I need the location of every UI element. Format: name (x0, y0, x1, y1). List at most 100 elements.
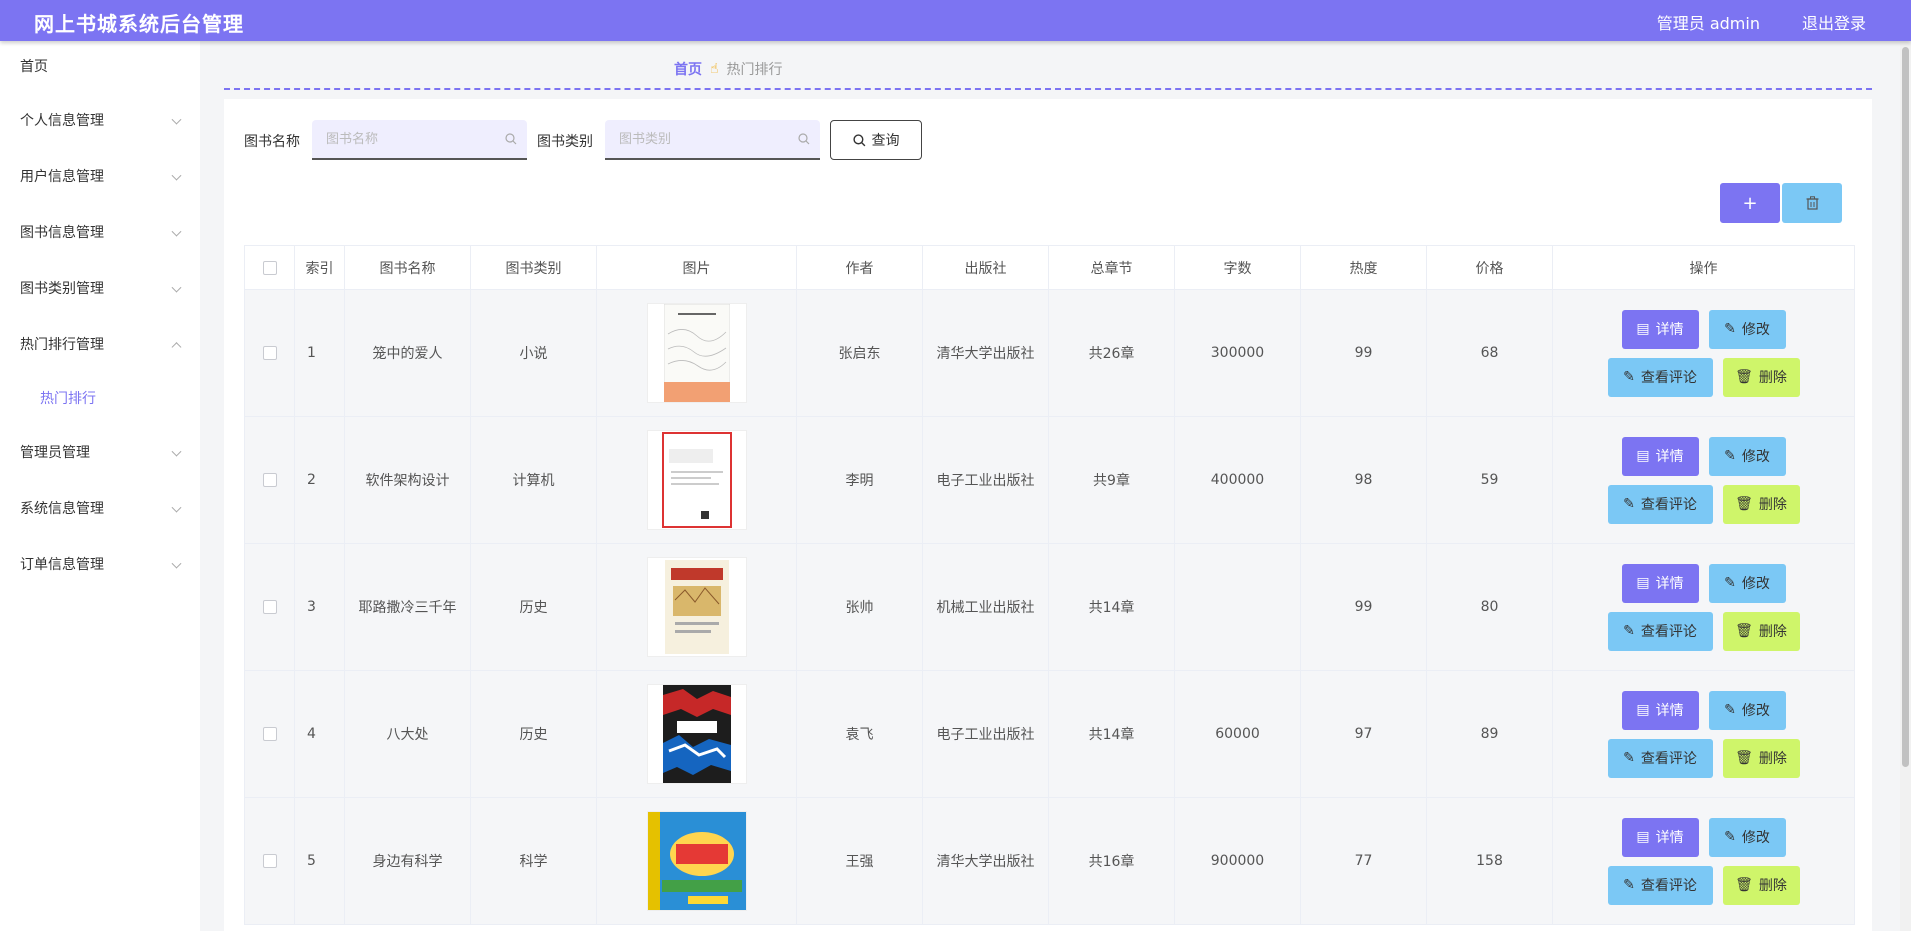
column-header: 图书名称 (344, 245, 471, 290)
pencil-icon: ✎ (1724, 448, 1736, 464)
batch-delete-button[interactable] (1782, 183, 1842, 223)
delete-button[interactable]: 🗑 删除 (1722, 865, 1800, 905)
edit-button-label: 修改 (1741, 449, 1770, 465)
edit-button-label: 修改 (1741, 830, 1770, 846)
book-cover-art (662, 685, 731, 783)
book-cover-image (646, 557, 747, 657)
book-cover-image (646, 811, 747, 911)
row-select-cell (244, 289, 295, 417)
cell-price: 158 (1426, 797, 1553, 925)
cell-image (596, 797, 797, 925)
cell-actions: ▤ 详情 ✎ 修改 ✎ 查看评论 🗑 删除 (1552, 289, 1855, 417)
detail-button[interactable]: ▤ 详情 (1621, 817, 1699, 857)
cell-image (596, 289, 797, 417)
trash-icon (1806, 196, 1818, 210)
row-checkbox[interactable] (262, 727, 277, 741)
sidebar-item-book-info[interactable]: 图书信息管理 (0, 205, 200, 261)
sidebar-item-label: 系统信息管理 (20, 501, 104, 517)
table-row: 2 软件架构设计 计算机 李明 电子工业出版社 共9章 400000 98 59… (244, 416, 1855, 544)
sidebar: 首页 个人信息管理 用户信息管理 图书信息管理 图书类别管理 热门排行管理 热门… (0, 41, 200, 931)
detail-button[interactable]: ▤ 详情 (1621, 563, 1699, 603)
cell-publisher: 电子工业出版社 (922, 670, 1049, 798)
sidebar-item-label: 管理员管理 (20, 445, 90, 461)
sidebar-item-label: 订单信息管理 (20, 557, 104, 573)
view-comments-button-label: 查看评论 (1640, 624, 1697, 640)
chevron-down-icon (171, 170, 182, 181)
document-icon: ▤ (1636, 448, 1650, 464)
document-icon: ▤ (1636, 321, 1650, 337)
trash-icon: 🗑 (1735, 369, 1753, 385)
vertical-scrollbar[interactable] (1900, 41, 1911, 931)
view-comments-button[interactable]: ✎ 查看评论 (1607, 484, 1713, 524)
book-name-input[interactable] (312, 120, 482, 158)
edit-button[interactable]: ✎ 修改 (1708, 690, 1786, 730)
detail-button[interactable]: ▤ 详情 (1621, 309, 1699, 349)
book-type-input[interactable] (605, 120, 775, 158)
chevron-down-icon (171, 502, 182, 513)
book-cover-image (646, 684, 747, 784)
cell-words (1174, 543, 1301, 671)
sidebar-item-home[interactable]: 首页 (0, 41, 200, 93)
edit-button[interactable]: ✎ 修改 (1708, 436, 1786, 476)
breadcrumb-home[interactable]: 首页 (674, 59, 702, 79)
view-comments-button[interactable]: ✎ 查看评论 (1607, 865, 1713, 905)
sidebar-item-book-category[interactable]: 图书类别管理 (0, 261, 200, 317)
sidebar-item-user-info[interactable]: 用户信息管理 (0, 149, 200, 205)
row-checkbox[interactable] (262, 854, 277, 868)
view-comments-button[interactable]: ✎ 查看评论 (1607, 738, 1713, 778)
cell-name: 耶路撒冷三千年 (344, 543, 471, 671)
sidebar-item-personal-info[interactable]: 个人信息管理 (0, 93, 200, 149)
sidebar-item-system-info[interactable]: 系统信息管理 (0, 481, 200, 537)
cell-words: 900000 (1174, 797, 1301, 925)
detail-button[interactable]: ▤ 详情 (1621, 690, 1699, 730)
sidebar-subitem-hot-ranking[interactable]: 热门排行 (0, 373, 200, 425)
pencil-icon: ✎ (1623, 750, 1635, 766)
sidebar-item-admin[interactable]: 管理员管理 (0, 425, 200, 481)
chevron-down-icon (171, 446, 182, 457)
view-comments-button-label: 查看评论 (1640, 370, 1697, 386)
cell-words: 400000 (1174, 416, 1301, 544)
trash-icon: 🗑 (1735, 877, 1753, 893)
row-checkbox[interactable] (262, 346, 277, 360)
column-header: 字数 (1174, 245, 1301, 290)
row-checkbox[interactable] (262, 600, 277, 614)
view-comments-button[interactable]: ✎ 查看评论 (1607, 357, 1713, 397)
delete-button[interactable]: 🗑 删除 (1722, 484, 1800, 524)
delete-button-label: 删除 (1758, 370, 1787, 386)
admin-user-label[interactable]: 管理员 admin (1657, 10, 1760, 34)
edit-button[interactable]: ✎ 修改 (1708, 817, 1786, 857)
cell-image (596, 543, 797, 671)
pencil-icon: ✎ (1724, 702, 1736, 718)
edit-button[interactable]: ✎ 修改 (1708, 563, 1786, 603)
sidebar-item-hot-ranking[interactable]: 热门排行管理 (0, 317, 200, 373)
sidebar-item-order-info[interactable]: 订单信息管理 (0, 537, 200, 593)
row-actions: ▤ 详情 ✎ 修改 ✎ 查看评论 🗑 删除 (1554, 690, 1853, 778)
row-checkbox[interactable] (262, 473, 277, 487)
table-row: 4 八大处 历史 袁飞 电子工业出版社 共14章 60000 97 89 ▤ 详… (244, 670, 1855, 798)
row-actions: ▤ 详情 ✎ 修改 ✎ 查看评论 🗑 删除 (1554, 563, 1853, 651)
cell-heat: 77 (1300, 797, 1427, 925)
delete-button[interactable]: 🗑 删除 (1722, 357, 1800, 397)
select-all-checkbox[interactable] (262, 260, 277, 275)
cell-actions: ▤ 详情 ✎ 修改 ✎ 查看评论 🗑 删除 (1552, 797, 1855, 925)
scrollbar-thumb[interactable] (1902, 47, 1909, 767)
add-button[interactable]: + (1720, 183, 1780, 223)
pencil-icon: ✎ (1724, 829, 1736, 845)
detail-button[interactable]: ▤ 详情 (1621, 436, 1699, 476)
cell-author: 李明 (796, 416, 923, 544)
cell-publisher: 电子工业出版社 (922, 416, 1049, 544)
table-row: 1 笼中的爱人 小说 张启东 清华大学出版社 共26章 300000 99 68… (244, 289, 1855, 417)
cell-chapters: 共14章 (1048, 670, 1175, 798)
book-cover-art (663, 304, 730, 402)
document-icon: ▤ (1636, 702, 1650, 718)
pencil-icon: ✎ (1623, 877, 1635, 893)
logout-link[interactable]: 退出登录 (1802, 10, 1866, 34)
query-button[interactable]: 查询 (830, 120, 922, 160)
view-comments-button[interactable]: ✎ 查看评论 (1607, 611, 1713, 651)
delete-button[interactable]: 🗑 删除 (1722, 611, 1800, 651)
document-icon: ▤ (1636, 575, 1650, 591)
delete-button[interactable]: 🗑 删除 (1722, 738, 1800, 778)
cell-actions: ▤ 详情 ✎ 修改 ✎ 查看评论 🗑 删除 (1552, 543, 1855, 671)
sidebar-item-label: 个人信息管理 (20, 113, 104, 129)
edit-button[interactable]: ✎ 修改 (1708, 309, 1786, 349)
